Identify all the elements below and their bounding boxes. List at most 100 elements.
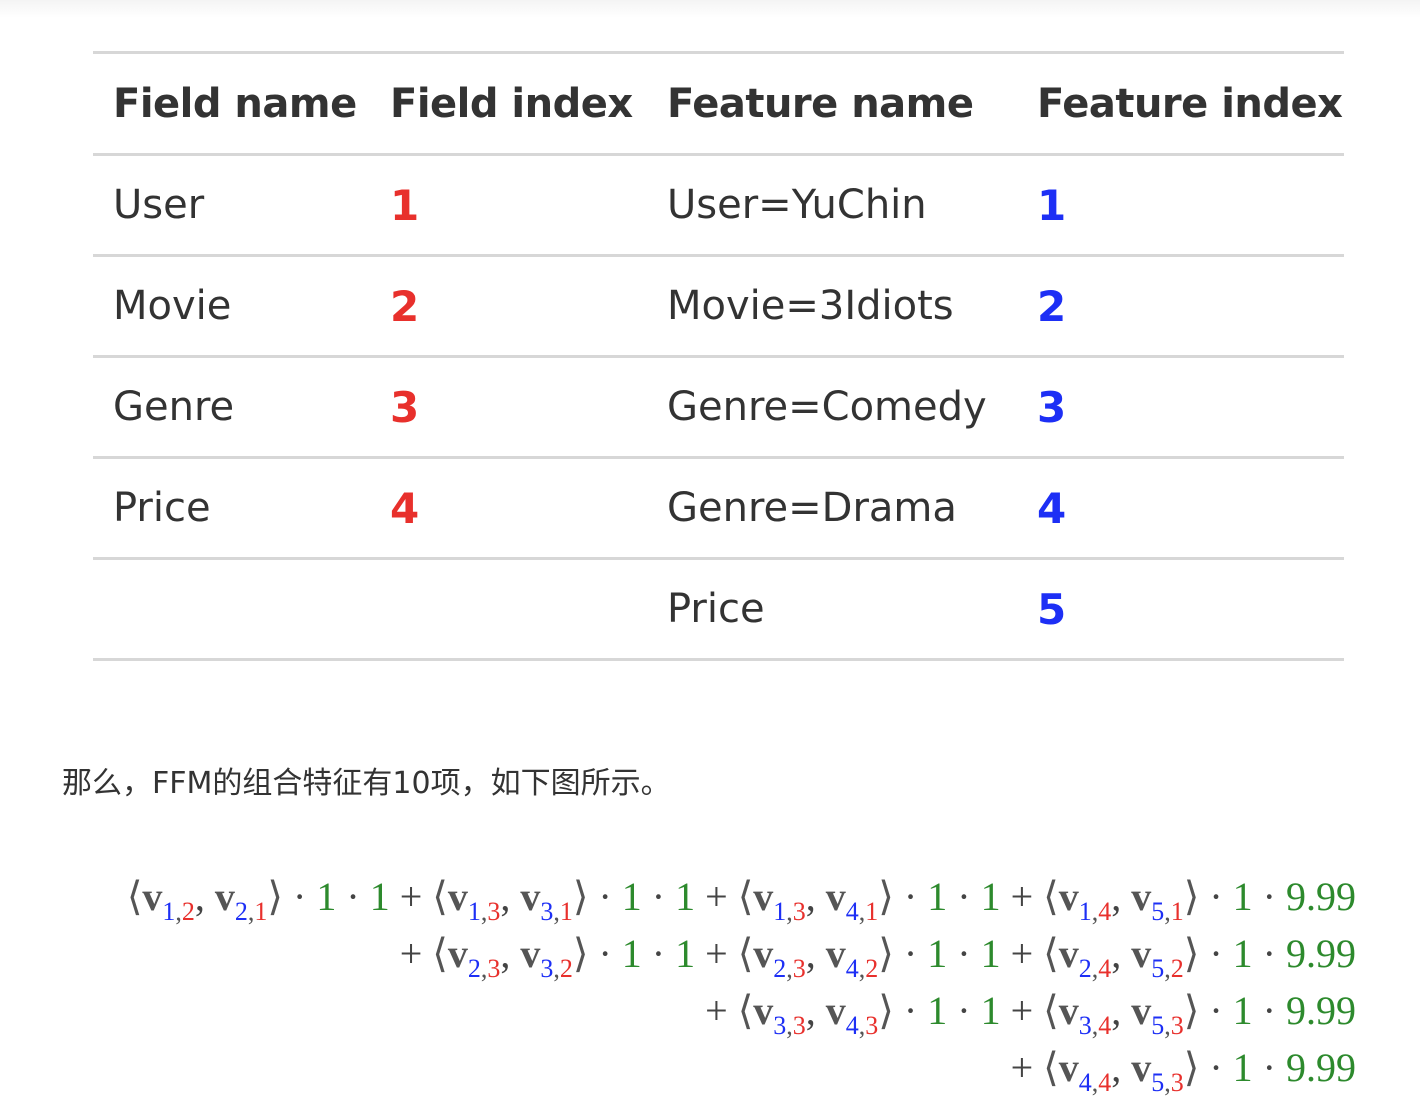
left-angle-bracket: ⟨ [737,874,754,919]
dot-operator: · [947,874,981,919]
left-angle-bracket: ⟨ [432,931,448,976]
vector-symbol: v [753,988,774,1033]
interaction-term: ⟨v2,3, v4,2⟩ · 1 · 1 [738,931,1001,983]
vector-comma: , [1111,988,1132,1033]
vector-subscript: 2,3 [773,954,806,983]
header-feature-index: Feature index [1037,80,1343,127]
feature-value: 1 [980,874,1001,919]
vector-symbol: v [1058,1045,1079,1090]
feature-subscript: 4 [1078,1068,1092,1097]
dot-operator: · [947,988,981,1033]
header-feature-name: Feature name [667,80,974,127]
vector-symbol: v [1131,1045,1152,1090]
feature-subscript: 2 [773,954,787,983]
vector-subscript: 4,2 [846,954,879,983]
feature-value: 1 [675,874,696,919]
feature-value: 1 [1232,988,1253,1033]
vector-subscript: 3,1 [540,897,573,926]
vector-symbol: v [520,874,541,919]
dot-operator: · [893,988,928,1033]
right-angle-bracket: ⟩ [1183,931,1200,976]
feature-value: 1 [675,931,696,976]
table-row: User 1 User=YuChin 1 [93,155,1344,256]
vector-subscript: 1,2 [162,897,195,926]
right-angle-bracket: ⟩ [878,988,894,1033]
table-row: Price 4 Genre=Drama 4 [93,458,1344,559]
field-subscript: 3 [1170,1068,1184,1097]
feature-subscript: 3 [540,954,554,983]
field-subscript: 1 [559,897,573,926]
table-body: User 1 User=YuChin 1 Movie 2 Movie=3Idio… [93,155,1344,660]
equation-line: + ⟨v3,3, v4,3⟩ · 1 · 1 + ⟨v3,4, v5,3⟩ · … [127,982,1356,1040]
field-subscript: 2 [1170,954,1184,983]
vector-subscript: 5,2 [1151,954,1184,983]
feature-subscript: 2 [234,897,248,926]
dot-operator: · [283,874,317,919]
left-angle-bracket: ⟨ [432,874,448,919]
feature-index-cell: 2 [1037,281,1067,331]
table-header: Field name Field index Feature name Feat… [93,52,1344,155]
feature-name-cell: Genre=Comedy [667,384,987,430]
vector-subscript: 3,3 [773,1011,806,1040]
vector-subscript: 5,3 [1151,1068,1184,1097]
vector-subscript: 1,3 [468,897,501,926]
interaction-term: ⟨v3,4, v5,3⟩ · 1 · 9.99 [1043,988,1356,1040]
field-subscript: 4 [1098,954,1112,983]
vector-symbol: v [214,874,235,919]
right-angle-bracket: ⟩ [1183,988,1200,1033]
feature-subscript: 3 [1078,1011,1092,1040]
feature-value: 1 [927,874,948,919]
plus-operator: + [695,874,738,919]
feature-name-cell: Genre=Drama [667,485,957,531]
feature-value: 9.99 [1286,988,1356,1033]
feature-name-cell: User=YuChin [667,182,927,228]
feature-value: 1 [1232,931,1253,976]
left-angle-bracket: ⟨ [1043,1045,1059,1090]
field-name-cell: Genre [113,384,235,430]
header-field-name: Field name [113,80,357,127]
vector-subscript: 3,4 [1079,1011,1112,1040]
field-name-cell: User [113,182,205,228]
plus-operator: + [1000,988,1044,1033]
vector-subscript: 1,3 [773,897,806,926]
dot-operator: · [1199,931,1233,976]
dot-operator: · [1252,931,1286,976]
field-subscript: 2 [559,954,573,983]
feature-index-cell: 4 [1037,483,1067,533]
feature-value: 1 [927,988,948,1033]
field-index-cell: 1 [390,180,420,230]
dot-operator: · [641,931,676,976]
vector-subscript: 2,4 [1079,954,1112,983]
dot-operator: · [336,874,370,919]
feature-value: 9.99 [1286,931,1356,976]
vector-symbol: v [825,931,846,976]
table-row: Price 5 [93,559,1344,660]
feature-value: 1 [1232,874,1253,919]
feature-value: 1 [316,874,337,919]
left-angle-bracket: ⟨ [1043,931,1059,976]
vector-symbol: v [1058,988,1079,1033]
equation-line: + ⟨v2,3, v3,2⟩ · 1 · 1 + ⟨v2,3, v4,2⟩ · … [127,925,1356,983]
feature-index-cell: 5 [1037,584,1067,634]
field-subscript: 1 [865,897,879,926]
field-subscript: 2 [865,954,879,983]
interaction-term: ⟨v3,3, v4,3⟩ · 1 · 1 [738,988,1001,1040]
feature-value: 1 [621,874,642,919]
vector-subscript: 5,3 [1151,1011,1184,1040]
field-subscript: 3 [865,1011,879,1040]
vector-symbol: v [1058,931,1079,976]
plus-operator: + [389,874,433,919]
vector-comma: , [1111,931,1132,976]
right-angle-bracket: ⟩ [572,931,589,976]
table-row: Movie 2 Movie=3Idiots 2 [93,256,1344,357]
plus-operator: + [1000,931,1044,976]
feature-name-cell: Movie=3Idiots [667,283,954,329]
vector-comma: , [1111,874,1132,919]
vector-symbol: v [1058,874,1079,919]
feature-subscript: 2 [467,954,481,983]
plus-operator: + [1010,1045,1044,1090]
field-name-cell [93,559,370,660]
right-angle-bracket: ⟩ [1183,874,1200,919]
vector-symbol: v [520,931,541,976]
feature-subscript: 3 [540,897,554,926]
